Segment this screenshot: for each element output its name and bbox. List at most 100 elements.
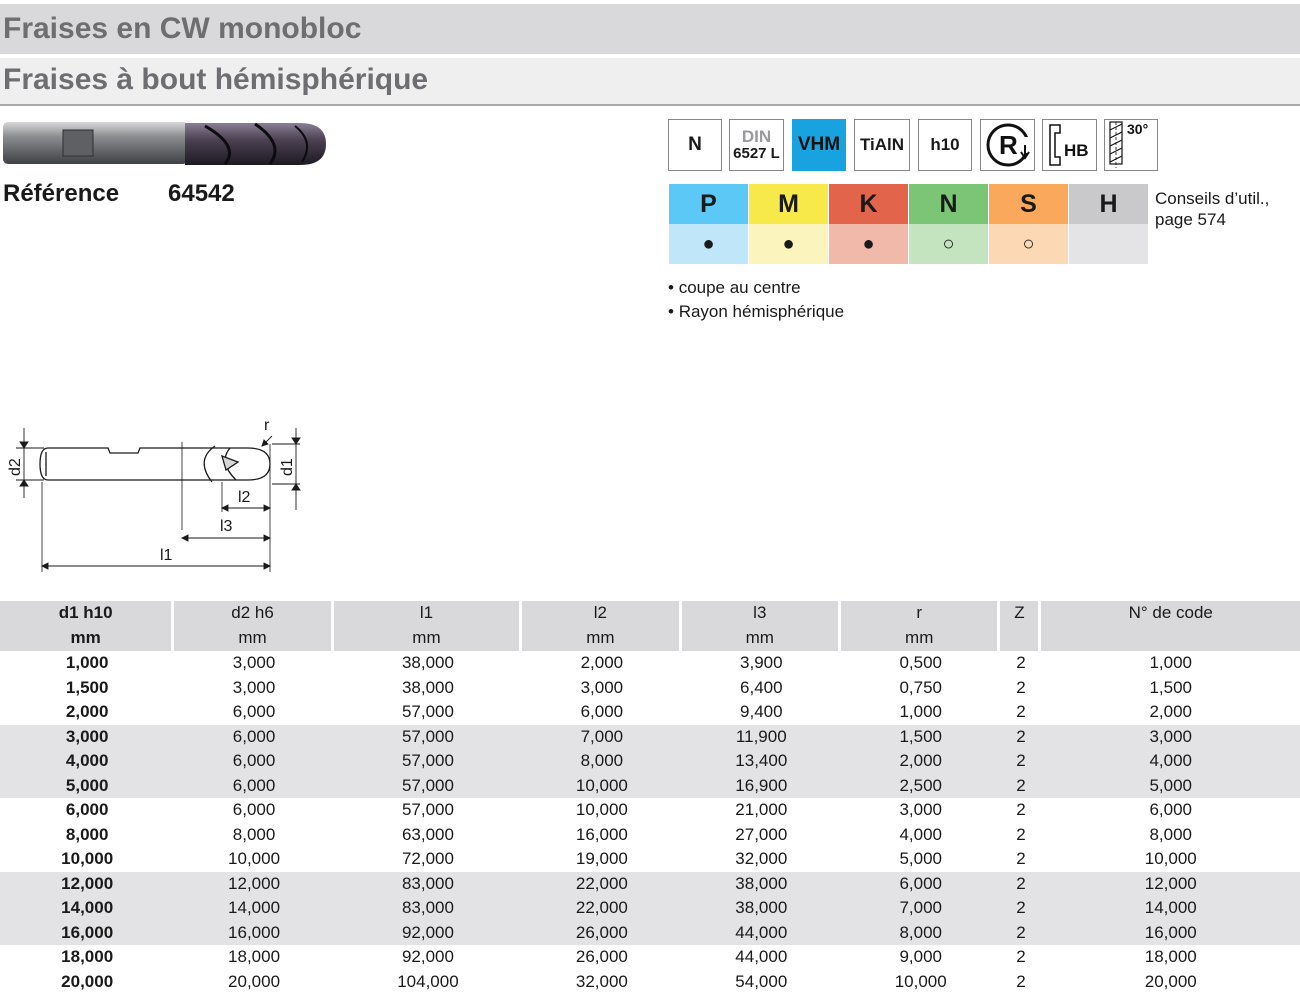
usage-tips-line1: Conseils d’util., (1155, 189, 1270, 208)
table-row: 20,000 20,000 104,000 32,000 54,000 10,000 2 20… (0, 970, 1300, 995)
table-cell: 14,000 (1041, 896, 1300, 921)
usage-tips-line2: page 574 (1155, 210, 1226, 229)
column-unit (1041, 625, 1300, 651)
table-cell: 57,000 (333, 773, 523, 798)
table-cell: 3,000 (580, 677, 624, 697)
column-unit (1000, 625, 1042, 651)
table-cell: 5,000 (0, 773, 175, 798)
material-group-k: K (829, 184, 908, 224)
table-cell: 10,000 (61, 849, 114, 869)
table-cell: 57,000 (333, 749, 523, 774)
table-cell: 11,900 (681, 724, 841, 749)
table-cell: 13,400 (681, 749, 841, 774)
table-row: 10,000 10,000 72,000 19,000 32,000 5,000 2 10,0… (0, 847, 1300, 872)
din-icon-label-bottom: 6527 L (733, 145, 780, 162)
table-cell: 2 (1000, 773, 1042, 798)
table-cell: 38,000 (401, 653, 454, 673)
table-cell: 2 (1016, 971, 1026, 991)
column-unit: mm (841, 625, 1001, 651)
hb-icon-label: HB (1064, 141, 1089, 160)
table-cell: 6,000 (841, 871, 1001, 896)
table-cell: 2 (1000, 871, 1042, 896)
table-cell: 2 (1016, 947, 1026, 967)
usage-tips-note: Conseils d’util., page 574 (1155, 188, 1269, 230)
table-row: 6,000 6,000 57,000 10,000 21,000 3,000 2 6,000 (0, 798, 1300, 823)
column-header: r (841, 601, 1001, 625)
table-cell: 1,500 (65, 677, 109, 697)
table-cell: 2 (1016, 824, 1026, 844)
table-cell: 2 (1000, 920, 1042, 945)
table-cell: 6,000 (232, 800, 276, 820)
table-cell: 19,000 (575, 849, 628, 869)
table-cell: 12,000 (174, 871, 334, 896)
d2-label: d2 (7, 458, 24, 476)
table-cell: 8,000 (841, 920, 1001, 945)
table-cell: 8,000 (1149, 824, 1192, 844)
column-unit: mm (174, 625, 334, 651)
table-row: 12,000 12,000 83,000 22,000 38,000 6,000 2 12,0… (0, 871, 1300, 896)
table-cell: 22,000 (522, 896, 682, 921)
table-cell: 18,000 (228, 947, 281, 967)
table-cell: 92,000 (333, 920, 523, 945)
table-cell: 16,000 (0, 920, 175, 945)
table-cell: 6,000 (65, 800, 109, 820)
material-suitability-k: ● (829, 224, 908, 264)
h10-icon-label: h10 (930, 135, 960, 154)
helix-icon-label: 30° (1127, 121, 1148, 137)
column-header: l3 (681, 601, 841, 625)
table-cell: 2 (1016, 653, 1026, 673)
column-unit: mm (522, 625, 682, 651)
table-cell: 10,000 (575, 800, 628, 820)
dimension-table: d1 h10 d2 h6 l1 l2 l3 r Z N° de code mm mm mm mm mm… (0, 601, 1300, 994)
material-group-p: P (669, 184, 748, 224)
table-cell: 38,000 (401, 677, 454, 697)
rotation-icon-label: R (999, 130, 1018, 160)
table-cell: 7,000 (841, 896, 1001, 921)
table-cell: 20,000 (1144, 971, 1197, 991)
end-mill-photo (3, 122, 326, 165)
shank-outline-icon: HB (1048, 124, 1089, 166)
table-cell: 21,000 (735, 800, 788, 820)
table-cell: 57,000 (333, 724, 523, 749)
table-cell: 12,000 (1041, 871, 1300, 896)
table-cell: 10,000 (522, 773, 682, 798)
helix-drawing-icon: 30° (1109, 121, 1148, 168)
table-cell: 12,000 (0, 871, 175, 896)
table-cell: 1,000 (1149, 653, 1192, 673)
table-row: 2,000 6,000 57,000 6,000 9,400 1,000 2 2,000 (0, 700, 1300, 725)
table-row: 1,500 3,000 38,000 3,000 6,400 0,750 2 1,500 (0, 676, 1300, 701)
table-cell: 2 (1016, 800, 1026, 820)
table-cell: 6,400 (740, 677, 783, 697)
page-title: Fraises en CW monobloc (3, 12, 362, 45)
column-unit: mm (0, 625, 175, 651)
column-header: Z (1000, 601, 1042, 625)
table-cell: 92,000 (401, 947, 454, 967)
table-cell: 38,000 (681, 896, 841, 921)
table-cell: 18,000 (1144, 947, 1197, 967)
table-cell: 63,000 (401, 824, 454, 844)
table-cell: 9,400 (740, 702, 783, 722)
table-cell: 4,000 (0, 749, 175, 774)
table-cell: 6,000 (174, 724, 334, 749)
n-icon: N (668, 119, 722, 171)
table-cell: 2 (1000, 896, 1042, 921)
right-hand-rotation-icon: R (980, 119, 1035, 171)
table-cell: 38,000 (681, 871, 841, 896)
table-cell: 14,000 (174, 896, 334, 921)
table-cell: 6,000 (232, 702, 276, 722)
table-cell: 5,000 (899, 849, 942, 869)
table-cell: 8,000 (65, 824, 109, 844)
table-cell: 8,000 (522, 749, 682, 774)
table-row: 4,000 6,000 57,000 8,000 13,400 2,000 2 4,000 (0, 749, 1300, 774)
table-cell: 32,000 (575, 971, 628, 991)
table-cell: 54,000 (735, 971, 788, 991)
table-cell: 3,000 (0, 724, 175, 749)
table-cell: 4,000 (899, 824, 942, 844)
vhm-icon-label: VHM (797, 134, 841, 155)
material-group-m: M (749, 184, 828, 224)
table-cell: 16,000 (1041, 920, 1300, 945)
tialn-icon-label: TiAlN (859, 135, 905, 154)
r-label: r (264, 417, 270, 434)
helix-30-icon: 30° (1104, 119, 1158, 171)
table-cell: 1,000 (899, 702, 942, 722)
